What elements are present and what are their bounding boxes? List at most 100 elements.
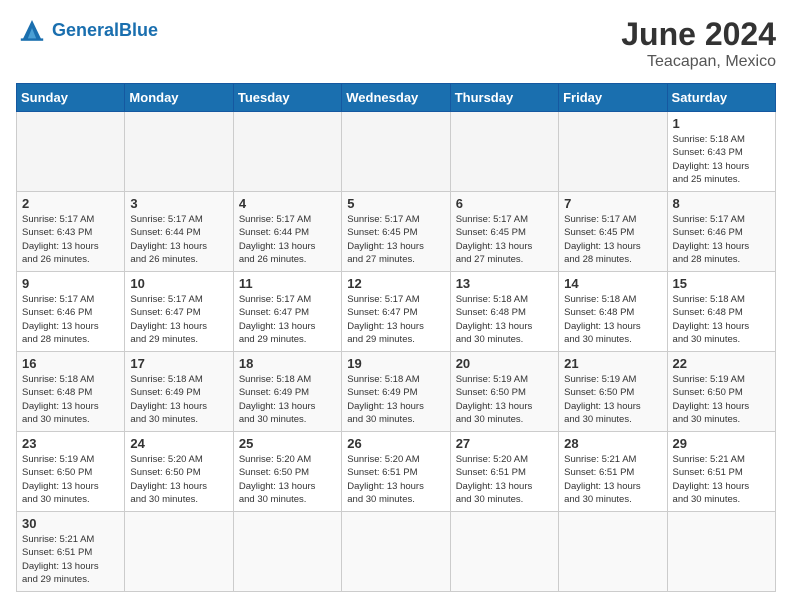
week-row-6: 30Sunrise: 5:21 AM Sunset: 6:51 PM Dayli… (17, 512, 776, 592)
calendar-header: SundayMondayTuesdayWednesdayThursdayFrid… (17, 84, 776, 112)
calendar-cell: 15 Sunrise: 5:18 AM Sunset: 6:48 PM Dayli… (667, 272, 775, 352)
calendar-cell (342, 512, 450, 592)
day-info: Sunrise: 5:17 AM Sunset: 6:46 PM Dayligh… (673, 213, 770, 266)
calendar-cell: 7Sunrise: 5:17 AM Sunset: 6:45 PM Daylig… (559, 192, 667, 272)
day-number: 9 (22, 276, 119, 291)
day-number: 3 (130, 196, 227, 211)
day-number: 11 (239, 276, 336, 291)
day-number: 1 (673, 116, 770, 131)
week-row-1: 1 Sunrise: 5:18 AM Sunset: 6:43 PM Daylig… (17, 112, 776, 192)
page-header: GeneralBlue June 2024 Teacapan, Mexico (16, 16, 776, 71)
day-info: Sunrise: 5:20 AM Sunset: 6:51 PM Dayligh… (347, 453, 444, 506)
day-number: 28 (564, 436, 661, 451)
logo-icon (16, 16, 48, 44)
calendar-cell (17, 112, 125, 192)
calendar-title: June 2024 (621, 16, 776, 53)
calendar-cell: 8 Sunrise: 5:17 AM Sunset: 6:46 PM Daylig… (667, 192, 775, 272)
day-header-saturday: Saturday (667, 84, 775, 112)
day-info: Sunrise: 5:17 AM Sunset: 6:47 PM Dayligh… (130, 293, 227, 346)
day-info: Sunrise: 5:19 AM Sunset: 6:50 PM Dayligh… (456, 373, 553, 426)
calendar-cell: 13 Sunrise: 5:18 AM Sunset: 6:48 PM Dayli… (450, 272, 558, 352)
day-info: Sunrise: 5:17 AM Sunset: 6:45 PM Dayligh… (564, 213, 661, 266)
day-info: Sunrise: 5:18 AM Sunset: 6:48 PM Dayligh… (22, 373, 119, 426)
calendar-cell: 18 Sunrise: 5:18 AM Sunset: 6:49 PM Dayli… (233, 352, 341, 432)
calendar-cell: 5 Sunrise: 5:17 AM Sunset: 6:45 PM Daylig… (342, 192, 450, 272)
calendar-cell: 24 Sunrise: 5:20 AM Sunset: 6:50 PM Dayli… (125, 432, 233, 512)
day-number: 17 (130, 356, 227, 371)
week-row-2: 2Sunrise: 5:17 AM Sunset: 6:43 PM Daylig… (17, 192, 776, 272)
day-number: 4 (239, 196, 336, 211)
calendar-subtitle: Teacapan, Mexico (621, 53, 776, 71)
logo-text: GeneralBlue (52, 20, 158, 40)
day-info: Sunrise: 5:18 AM Sunset: 6:48 PM Dayligh… (673, 293, 770, 346)
calendar-cell (342, 112, 450, 192)
day-info: Sunrise: 5:21 AM Sunset: 6:51 PM Dayligh… (673, 453, 770, 506)
calendar-cell: 25Sunrise: 5:20 AM Sunset: 6:50 PM Dayli… (233, 432, 341, 512)
day-number: 27 (456, 436, 553, 451)
calendar-cell: 17 Sunrise: 5:18 AM Sunset: 6:49 PM Dayli… (125, 352, 233, 432)
day-info: Sunrise: 5:17 AM Sunset: 6:46 PM Dayligh… (22, 293, 119, 346)
calendar-cell (667, 512, 775, 592)
day-info: Sunrise: 5:18 AM Sunset: 6:43 PM Dayligh… (673, 133, 770, 186)
day-number: 16 (22, 356, 119, 371)
day-info: Sunrise: 5:21 AM Sunset: 6:51 PM Dayligh… (22, 533, 119, 586)
day-header-sunday: Sunday (17, 84, 125, 112)
day-header-monday: Monday (125, 84, 233, 112)
calendar-cell: 29 Sunrise: 5:21 AM Sunset: 6:51 PM Dayli… (667, 432, 775, 512)
calendar-cell (450, 112, 558, 192)
day-number: 24 (130, 436, 227, 451)
day-number: 6 (456, 196, 553, 211)
day-number: 19 (347, 356, 444, 371)
calendar-cell: 30Sunrise: 5:21 AM Sunset: 6:51 PM Dayli… (17, 512, 125, 592)
day-number: 18 (239, 356, 336, 371)
days-header-row: SundayMondayTuesdayWednesdayThursdayFrid… (17, 84, 776, 112)
calendar-cell: 2Sunrise: 5:17 AM Sunset: 6:43 PM Daylig… (17, 192, 125, 272)
day-number: 14 (564, 276, 661, 291)
calendar-cell: 28 Sunrise: 5:21 AM Sunset: 6:51 PM Dayli… (559, 432, 667, 512)
day-info: Sunrise: 5:20 AM Sunset: 6:50 PM Dayligh… (130, 453, 227, 506)
calendar-cell (125, 112, 233, 192)
calendar-cell: 22Sunrise: 5:19 AM Sunset: 6:50 PM Dayli… (667, 352, 775, 432)
day-header-wednesday: Wednesday (342, 84, 450, 112)
day-info: Sunrise: 5:18 AM Sunset: 6:49 PM Dayligh… (239, 373, 336, 426)
calendar-cell (559, 112, 667, 192)
day-number: 21 (564, 356, 661, 371)
calendar-cell: 27Sunrise: 5:20 AM Sunset: 6:51 PM Dayli… (450, 432, 558, 512)
logo: GeneralBlue (16, 16, 158, 44)
day-number: 13 (456, 276, 553, 291)
day-number: 2 (22, 196, 119, 211)
calendar-cell (233, 112, 341, 192)
day-number: 8 (673, 196, 770, 211)
calendar-cell: 3Sunrise: 5:17 AM Sunset: 6:44 PM Daylig… (125, 192, 233, 272)
day-info: Sunrise: 5:18 AM Sunset: 6:48 PM Dayligh… (456, 293, 553, 346)
day-number: 29 (673, 436, 770, 451)
day-number: 15 (673, 276, 770, 291)
day-info: Sunrise: 5:17 AM Sunset: 6:45 PM Dayligh… (347, 213, 444, 266)
day-info: Sunrise: 5:17 AM Sunset: 6:44 PM Dayligh… (239, 213, 336, 266)
calendar-cell: 4 Sunrise: 5:17 AM Sunset: 6:44 PM Daylig… (233, 192, 341, 272)
day-info: Sunrise: 5:21 AM Sunset: 6:51 PM Dayligh… (564, 453, 661, 506)
day-header-thursday: Thursday (450, 84, 558, 112)
week-row-4: 16 Sunrise: 5:18 AM Sunset: 6:48 PM Dayli… (17, 352, 776, 432)
day-info: Sunrise: 5:20 AM Sunset: 6:50 PM Dayligh… (239, 453, 336, 506)
day-number: 5 (347, 196, 444, 211)
calendar-cell (559, 512, 667, 592)
day-info: Sunrise: 5:18 AM Sunset: 6:49 PM Dayligh… (130, 373, 227, 426)
day-info: Sunrise: 5:18 AM Sunset: 6:48 PM Dayligh… (564, 293, 661, 346)
day-info: Sunrise: 5:18 AM Sunset: 6:49 PM Dayligh… (347, 373, 444, 426)
calendar-cell (125, 512, 233, 592)
calendar-cell: 23Sunrise: 5:19 AM Sunset: 6:50 PM Dayli… (17, 432, 125, 512)
calendar-cell: 6Sunrise: 5:17 AM Sunset: 6:45 PM Daylig… (450, 192, 558, 272)
day-number: 23 (22, 436, 119, 451)
calendar-cell: 19 Sunrise: 5:18 AM Sunset: 6:49 PM Dayli… (342, 352, 450, 432)
calendar-table: SundayMondayTuesdayWednesdayThursdayFrid… (16, 83, 776, 592)
day-number: 22 (673, 356, 770, 371)
calendar-cell: 16 Sunrise: 5:18 AM Sunset: 6:48 PM Dayli… (17, 352, 125, 432)
calendar-body: 1 Sunrise: 5:18 AM Sunset: 6:43 PM Daylig… (17, 112, 776, 592)
day-number: 10 (130, 276, 227, 291)
week-row-5: 23Sunrise: 5:19 AM Sunset: 6:50 PM Dayli… (17, 432, 776, 512)
calendar-cell: 14 Sunrise: 5:18 AM Sunset: 6:48 PM Dayli… (559, 272, 667, 352)
calendar-cell (450, 512, 558, 592)
day-header-friday: Friday (559, 84, 667, 112)
day-header-tuesday: Tuesday (233, 84, 341, 112)
